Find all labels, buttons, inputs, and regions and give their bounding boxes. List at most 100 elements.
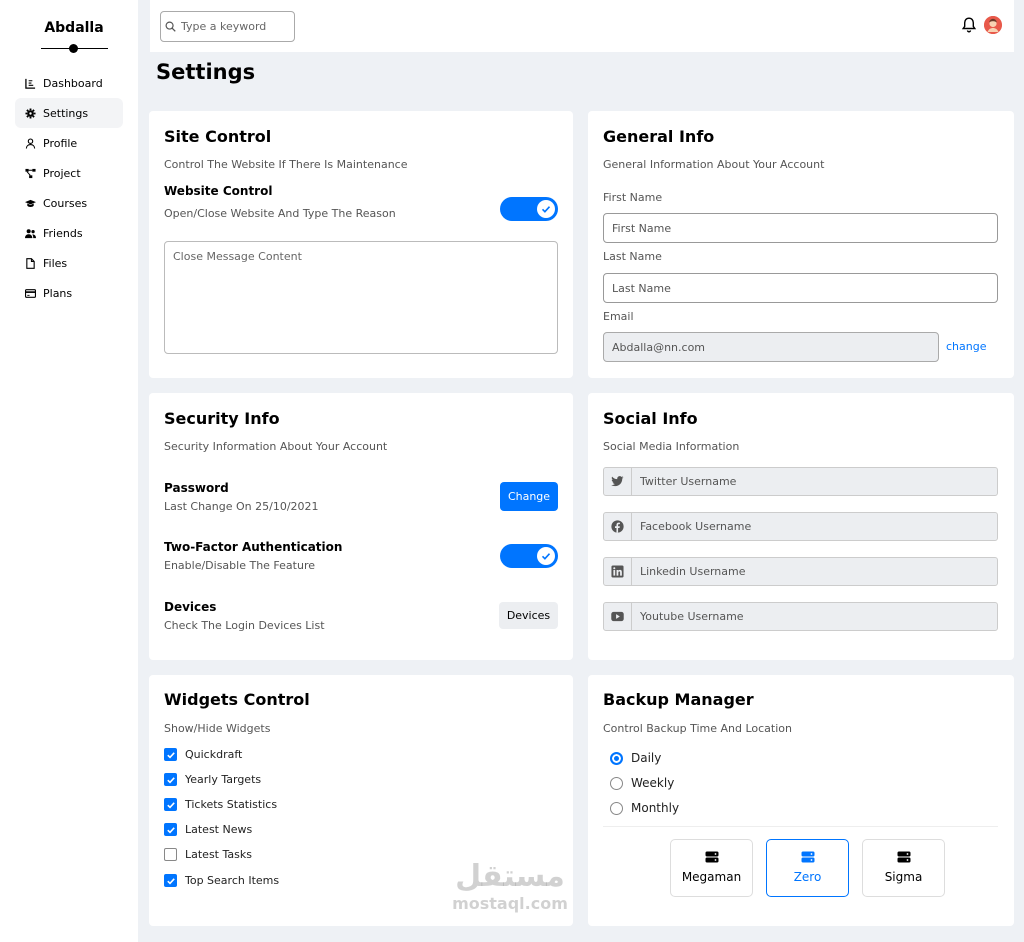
watermark-latin: mostaql.com [452,894,568,913]
sidebar-item-settings[interactable]: Settings [15,98,123,128]
general-info-title: General Info [603,127,715,146]
sidebar-nav: Dashboard Settings Profile Project Cours… [15,68,123,308]
close-message-textarea[interactable] [164,241,558,354]
server-label: Sigma [884,870,923,884]
twitter-username-input[interactable] [632,468,992,495]
server-icon [897,851,910,863]
backup-option-weekly[interactable]: Weekly [610,776,674,790]
file-icon [23,256,37,270]
backup-option-label: Daily [631,751,662,765]
sidebar-item-plans[interactable]: Plans [15,278,123,308]
brand-dot [69,44,78,53]
radio-unselected[interactable] [610,776,623,790]
sidebar-item-friends[interactable]: Friends [15,218,123,248]
backup-manager-card: Backup Manager Control Backup Time And L… [588,675,1014,926]
linkedin-field[interactable] [603,557,998,586]
checkbox-checked[interactable] [164,874,177,887]
widget-option-label: Quickdraft [185,748,243,761]
widget-option-latest-tasks[interactable]: Latest Tasks [164,848,252,861]
search-box[interactable] [160,11,295,42]
bell-icon[interactable] [961,16,977,34]
backup-option-daily[interactable]: Daily [610,751,661,765]
server-label: Megaman [681,870,742,884]
sidebar-item-label: Plans [43,286,73,300]
linkedin-icon [604,558,632,585]
last-name-field[interactable] [603,273,998,303]
first-name-field[interactable] [603,213,998,243]
page-title: Settings [156,60,256,84]
last-name-label: Last Name [603,250,662,263]
security-info-subtitle: Security Information About Your Account [164,440,388,453]
checkbox-checked[interactable] [164,748,177,761]
graduation-cap-icon [23,196,37,210]
user-icon [23,136,37,150]
avatar[interactable] [984,16,1002,34]
email-field [603,332,939,362]
checkbox-unchecked[interactable] [164,848,177,861]
check-icon [537,547,555,565]
widget-option-quickdraft[interactable]: Quickdraft [164,748,242,761]
credit-card-icon [23,286,37,300]
website-control-description: Open/Close Website And Type The Reason [164,207,396,220]
website-control-title: Website Control [164,184,273,198]
widget-option-yearly-targets[interactable]: Yearly Targets [164,773,261,786]
radio-selected[interactable] [610,751,623,765]
watermark: مستقل mostaql.com [440,859,580,914]
widget-option-label: Tickets Statistics [185,798,278,811]
top-header [150,0,1014,52]
gear-icon [23,106,37,120]
sidebar-item-label: Settings [43,106,89,120]
sidebar-item-profile[interactable]: Profile [15,128,123,158]
widget-option-label: Top Search Items [185,874,280,887]
website-control-toggle[interactable] [500,197,558,221]
two-factor-toggle[interactable] [500,544,558,568]
backup-option-monthly[interactable]: Monthly [610,801,679,815]
radio-unselected[interactable] [610,801,623,815]
diagram-icon [23,166,37,180]
security-info-card: Security Info Security Information About… [149,393,573,660]
sidebar-item-project[interactable]: Project [15,158,123,188]
devices-button[interactable]: Devices [499,602,558,629]
site-control-card: Site Control Control The Website If Ther… [149,111,573,378]
devices-title: Devices [164,600,217,614]
twitter-icon [604,468,632,495]
widgets-control-title: Widgets Control [164,690,310,709]
twitter-field[interactable] [603,467,998,496]
divider [603,826,998,827]
general-info-card: General Info General Information About Y… [588,111,1014,378]
search-input[interactable] [181,20,291,33]
watermark-arabic: مستقل [455,859,565,894]
checkbox-checked[interactable] [164,823,177,836]
server-label: Zero [793,870,822,884]
facebook-field[interactable] [603,512,998,541]
sidebar-item-label: Dashboard [43,76,103,90]
sidebar-item-courses[interactable]: Courses [15,188,123,218]
server-option-megaman[interactable]: Megaman [670,839,753,897]
check-icon [537,200,555,218]
password-title: Password [164,481,229,495]
linkedin-username-input[interactable] [632,558,992,585]
widgets-control-subtitle: Show/Hide Widgets [164,722,271,735]
widget-option-top-search-items[interactable]: Top Search Items [164,874,279,887]
change-password-button[interactable]: Change [500,482,558,511]
server-option-zero[interactable]: Zero [766,839,849,897]
sidebar-item-label: Files [43,256,68,270]
social-info-subtitle: Social Media Information [603,440,740,453]
sidebar-item-files[interactable]: Files [15,248,123,278]
change-email-link[interactable]: change [946,340,986,353]
checkbox-checked[interactable] [164,798,177,811]
sidebar-item-label: Project [43,166,81,180]
backup-option-label: Monthly [631,801,680,815]
youtube-username-input[interactable] [632,603,992,630]
facebook-username-input[interactable] [632,513,992,540]
sidebar-item-dashboard[interactable]: Dashboard [15,68,123,98]
password-last-change: Last Change On 25/10/2021 [164,500,319,513]
social-info-card: Social Info Social Media Information [588,393,1014,660]
widget-option-latest-news[interactable]: Latest News [164,823,252,836]
youtube-field[interactable] [603,602,998,631]
widget-option-tickets-statistics[interactable]: Tickets Statistics [164,798,277,811]
checkbox-checked[interactable] [164,773,177,786]
general-info-subtitle: General Information About Your Account [603,158,825,171]
server-icon [705,851,718,863]
server-option-sigma[interactable]: Sigma [862,839,945,897]
